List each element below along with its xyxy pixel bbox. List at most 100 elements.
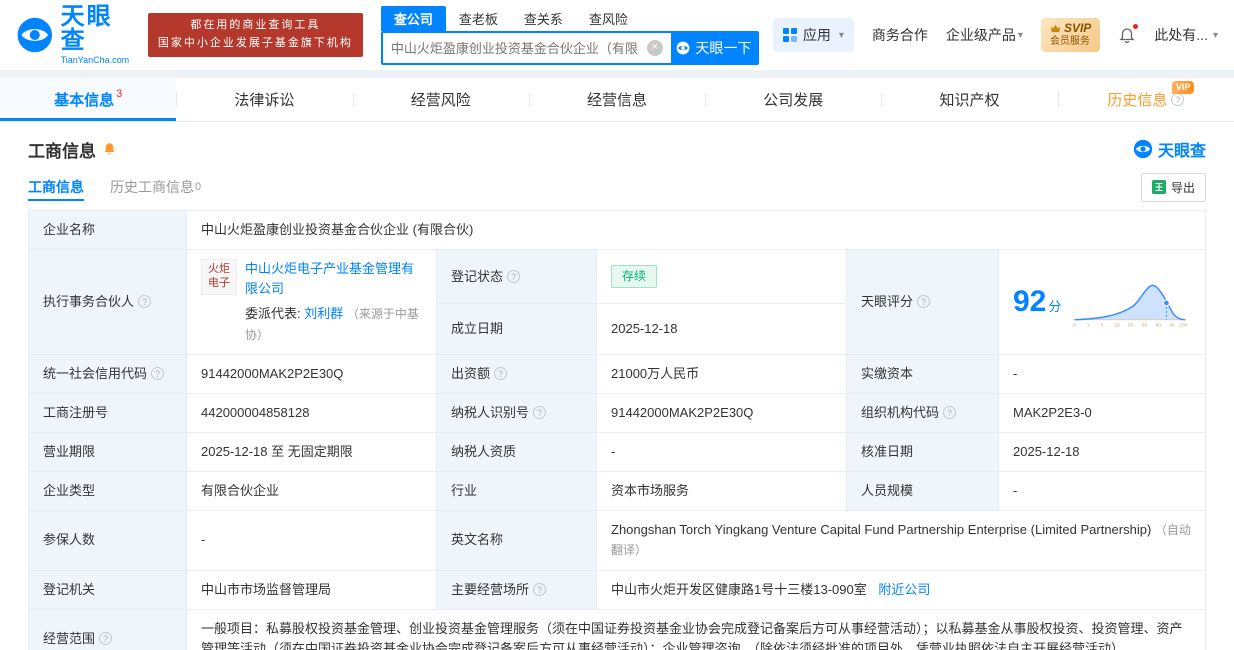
- svg-text:65: 65: [1142, 323, 1148, 328]
- taxpayer-id-label: 纳税人识别号: [436, 392, 597, 433]
- tianyancha-logo[interactable]: 天眼查 TianYanCha.com: [16, 5, 134, 65]
- search-tab-company[interactable]: 查公司: [380, 5, 446, 31]
- chevron-down-icon: ▾: [1212, 29, 1218, 41]
- info-icon[interactable]: [533, 582, 547, 596]
- table-row: 参保人数 - 英文名称 Zhongshan Torch Yingkang Ven…: [28, 510, 1206, 571]
- company-name-label: 企业名称: [28, 209, 187, 251]
- chevron-down-icon: ▾: [838, 29, 844, 41]
- info-icon[interactable]: [1171, 93, 1185, 106]
- logo-title: 天眼查: [60, 3, 113, 54]
- count-badge: 3: [116, 87, 123, 100]
- tianyancha-watermark: 天眼查: [1133, 137, 1206, 161]
- info-icon[interactable]: [138, 294, 152, 308]
- svg-text:1: 1: [1087, 323, 1090, 328]
- business-term-label: 营业期限: [28, 431, 187, 473]
- excel-icon: [1151, 180, 1166, 194]
- info-icon[interactable]: [533, 405, 547, 419]
- search-input[interactable]: [382, 32, 647, 63]
- table-row: 经营范围 一般项目：私募股权投资基金管理、创业投资基金管理服务（须在中国证券投资…: [28, 608, 1206, 650]
- apps-dropdown[interactable]: 应用 ▾: [772, 18, 854, 52]
- company-type-value: 有限合伙企业: [186, 471, 437, 512]
- info-icon[interactable]: [507, 269, 521, 283]
- info-icon[interactable]: [943, 405, 957, 419]
- apps-grid-icon: [782, 28, 797, 42]
- org-code-label: 组织机构代码: [846, 392, 999, 433]
- industry-value: 资本市场服务: [596, 471, 847, 512]
- industry-label: 行业: [436, 471, 597, 512]
- tab-business-info[interactable]: 经营信息: [528, 78, 705, 121]
- eye-logo-icon: [1133, 139, 1153, 159]
- registration-status-label: 登记状态: [436, 249, 597, 304]
- slogan-badge: 都在用的商业查询工具 国家中小企业发展子基金旗下机构: [147, 13, 363, 57]
- tab-basic-info[interactable]: 基本信息 3: [0, 78, 177, 121]
- subtab-business-registration[interactable]: 工商信息: [28, 166, 84, 208]
- nearby-companies-link[interactable]: 附近公司: [878, 582, 930, 597]
- info-icon[interactable]: [151, 366, 165, 380]
- english-name-label: 英文名称: [436, 510, 597, 571]
- table-row: 企业名称 中山火炬盈康创业投资基金合伙企业 (有限合伙): [28, 209, 1206, 251]
- partner-company-link[interactable]: 中山火炬电子产业基金管理有限公司: [245, 261, 414, 296]
- org-code-value: MAK2P2E3-0: [998, 392, 1206, 433]
- logo-domain: TianYanCha.com: [60, 55, 130, 65]
- registration-authority-value: 中山市市场监督管理局: [186, 569, 437, 610]
- sub-tabs: 工商信息 历史工商信息 0 导出: [28, 166, 1206, 208]
- svg-text:3: 3: [1101, 323, 1104, 328]
- paid-capital-label: 实缴资本: [846, 353, 999, 394]
- table-row: 登记机关 中山市市场监督管理局 主要经营场所 中山市火炬开发区健康路1号十三楼1…: [28, 569, 1206, 610]
- search-tab-relation[interactable]: 查关系: [511, 6, 576, 31]
- crown-icon: [1050, 25, 1061, 33]
- clear-search-icon[interactable]: ×: [646, 39, 663, 56]
- notification-dot: [1132, 23, 1140, 30]
- info-icon[interactable]: [494, 366, 508, 380]
- export-button[interactable]: 导出: [1140, 172, 1206, 202]
- menu-business-cooperation[interactable]: 商务合作: [872, 25, 928, 45]
- score-distribution-chart: 0 1 3 15 50 65 80 95 100: [1073, 284, 1188, 328]
- delegate-person-link[interactable]: 刘利群: [304, 306, 343, 321]
- table-row: 企业类型 有限合伙企业 行业 资本市场服务 人员规模 -: [28, 471, 1206, 512]
- search-box: × 天眼一下: [380, 30, 759, 65]
- registration-authority-label: 登记机关: [28, 569, 187, 610]
- info-icon[interactable]: [917, 294, 931, 308]
- announcement-bell-icon[interactable]: [102, 142, 117, 157]
- business-term-value: 2025-12-18 至 无固定期限: [186, 431, 437, 473]
- eye-logo-icon: [17, 17, 53, 53]
- search-button[interactable]: 天眼一下: [670, 32, 757, 63]
- tab-company-development[interactable]: 公司发展: [705, 78, 881, 121]
- tab-operating-risk[interactable]: 经营风险: [352, 78, 529, 121]
- user-label: 此处有...: [1154, 27, 1208, 43]
- establish-date-label: 成立日期: [436, 303, 597, 355]
- staff-size-label: 人员规模: [846, 471, 999, 512]
- tianyan-score-cell: 92 分 0 1 3 15 50 65 80 95 100: [998, 249, 1206, 355]
- executive-partner-cell: 火炬电子 中山火炬电子产业基金管理有限公司 委派代表: 刘利群 （来源于中基协）: [186, 249, 437, 355]
- subtab-history-registration[interactable]: 历史工商信息 0: [110, 166, 201, 208]
- table-row: 统一社会信用代码 91442000MAK2P2E30Q 出资额 21000万人民…: [28, 353, 1206, 394]
- svg-text:95: 95: [1170, 323, 1176, 328]
- tab-legal-litigation[interactable]: 法律诉讼: [176, 78, 352, 121]
- notifications-bell[interactable]: [1118, 23, 1140, 44]
- tab-history-info[interactable]: 历史信息 VIP: [1057, 78, 1234, 121]
- taxpayer-id-value: 91442000MAK2P2E30Q: [596, 392, 847, 433]
- score-unit: 分: [1048, 298, 1062, 314]
- search-tab-risk[interactable]: 查风险: [576, 6, 641, 31]
- business-address-label: 主要经营场所: [436, 569, 597, 610]
- chevron-down-icon: ▾: [1017, 29, 1023, 41]
- svg-text:80: 80: [1156, 323, 1162, 328]
- vip-badge: VIP: [1171, 81, 1195, 94]
- search-tabs: 查公司 查老板 查关系 查风险: [380, 5, 759, 31]
- company-name-value: 中山火炬盈康创业投资基金合伙企业 (有限合伙): [186, 209, 1206, 251]
- company-type-label: 企业类型: [28, 471, 187, 512]
- table-row: 执行事务合伙人 火炬电子 中山火炬电子产业基金管理有限公司 委派代表: 刘利群 …: [28, 249, 1206, 355]
- search-tab-boss[interactable]: 查老板: [446, 6, 511, 31]
- taxpayer-qualification-label: 纳税人资质: [436, 431, 597, 473]
- user-menu[interactable]: 此处有... ▾: [1154, 25, 1218, 45]
- tab-intellectual-property[interactable]: 知识产权: [881, 78, 1057, 121]
- svg-text:100: 100: [1180, 323, 1188, 328]
- svip-membership-button[interactable]: SVIP 会员服务: [1040, 18, 1101, 52]
- slogan-line2: 国家中小企业发展子基金旗下机构: [157, 37, 353, 49]
- menu-enterprise-products[interactable]: 企业级产品 ▾: [946, 25, 1023, 45]
- info-icon[interactable]: [99, 631, 113, 645]
- slogan-line1: 都在用的商业查询工具: [190, 19, 321, 32]
- executive-partner-label: 执行事务合伙人: [28, 249, 187, 355]
- business-scope-label: 经营范围: [28, 608, 187, 650]
- credit-code-value: 91442000MAK2P2E30Q: [186, 353, 437, 394]
